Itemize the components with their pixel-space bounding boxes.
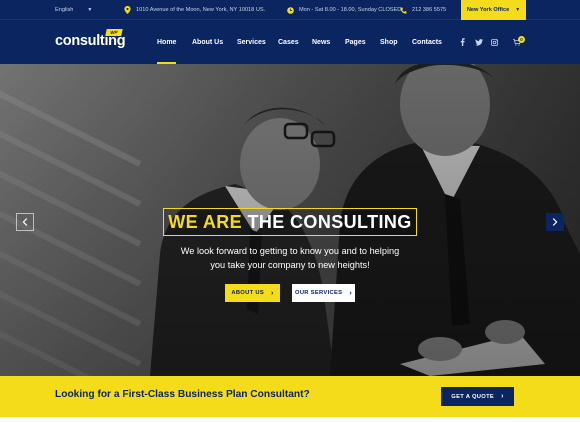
our-services-label: OUR SERVICES	[295, 290, 343, 296]
nav-item-contacts[interactable]: Contacts	[412, 20, 442, 64]
slider-prev-button[interactable]	[16, 213, 34, 231]
chevron-left-icon	[22, 218, 28, 226]
twitter-icon[interactable]	[475, 20, 483, 64]
tagline-line-1: We look forward to getting to know you a…	[180, 246, 400, 256]
map-pin-icon	[124, 6, 131, 14]
nav-item-cases[interactable]: Cases	[278, 20, 299, 64]
about-us-button[interactable]: ABOUT US ›	[225, 284, 280, 302]
facebook-icon[interactable]	[460, 20, 465, 64]
hours-text: Mon - Sat 8.00 - 18.00, Sunday CLOSED	[299, 7, 402, 13]
language-selector[interactable]: English ▼	[55, 0, 92, 20]
cta-text: Looking for a First-Class Business Plan …	[55, 389, 310, 400]
get-a-quote-label: GET A QUOTE	[451, 393, 495, 400]
nav-item-pages[interactable]: Pages	[345, 20, 366, 64]
tagline-line-2: you take your company to new heights!	[210, 260, 370, 270]
hero-tagline: We look forward to getting to know you a…	[140, 244, 440, 272]
hero-headline: WE ARE THE CONSULTING	[168, 212, 411, 233]
our-services-button[interactable]: OUR SERVICES ›	[292, 284, 355, 302]
main-nav: consulting WP Home About Us Services Cas…	[0, 20, 580, 64]
chevron-right-icon: ›	[271, 289, 274, 297]
headline-highlight: WE ARE	[168, 211, 243, 232]
hours-info: Mon - Sat 8.00 - 18.00, Sunday CLOSED	[287, 0, 401, 20]
chevron-right-icon	[552, 218, 558, 226]
phone-info[interactable]: 212 386 5575	[400, 0, 446, 20]
language-label: English	[55, 7, 74, 13]
office-label: New York Office	[466, 7, 510, 13]
chevron-right-icon: ›	[501, 393, 504, 400]
nav-item-about-us[interactable]: About Us	[192, 20, 223, 64]
instagram-icon[interactable]	[491, 20, 498, 64]
get-a-quote-button[interactable]: GET A QUOTE ›	[441, 387, 514, 406]
about-us-label: ABOUT US	[231, 290, 265, 296]
cart-count-badge: 0	[518, 36, 525, 43]
hero-headline-box: WE ARE THE CONSULTING	[163, 208, 417, 236]
office-selector[interactable]: New York Office ▼	[461, 0, 526, 20]
headline-rest: THE CONSULTING	[247, 211, 412, 232]
nav-item-services[interactable]: Services	[237, 20, 266, 64]
slider-next-button[interactable]	[546, 213, 564, 231]
hero-slider: WE ARE THE CONSULTING We look forward to…	[0, 64, 580, 376]
address-info: 1010 Avenue of the Moon, New York, NY 10…	[124, 0, 265, 20]
chevron-down-icon: ▼	[87, 7, 93, 13]
address-text: 1010 Avenue of the Moon, New York, NY 10…	[136, 7, 266, 13]
chevron-down-icon: ▼	[515, 7, 521, 13]
cta-bar: Looking for a First-Class Business Plan …	[0, 376, 580, 417]
phone-text: 212 386 5575	[412, 7, 447, 13]
chevron-right-icon: ›	[349, 289, 352, 297]
nav-item-shop[interactable]: Shop	[380, 20, 398, 64]
top-bar: English ▼ 1010 Avenue of the Moon, New Y…	[0, 0, 580, 20]
nav-item-home[interactable]: Home	[157, 20, 177, 64]
phone-icon	[400, 7, 407, 14]
nav-item-news[interactable]: News	[312, 20, 330, 64]
clock-icon	[287, 6, 294, 14]
